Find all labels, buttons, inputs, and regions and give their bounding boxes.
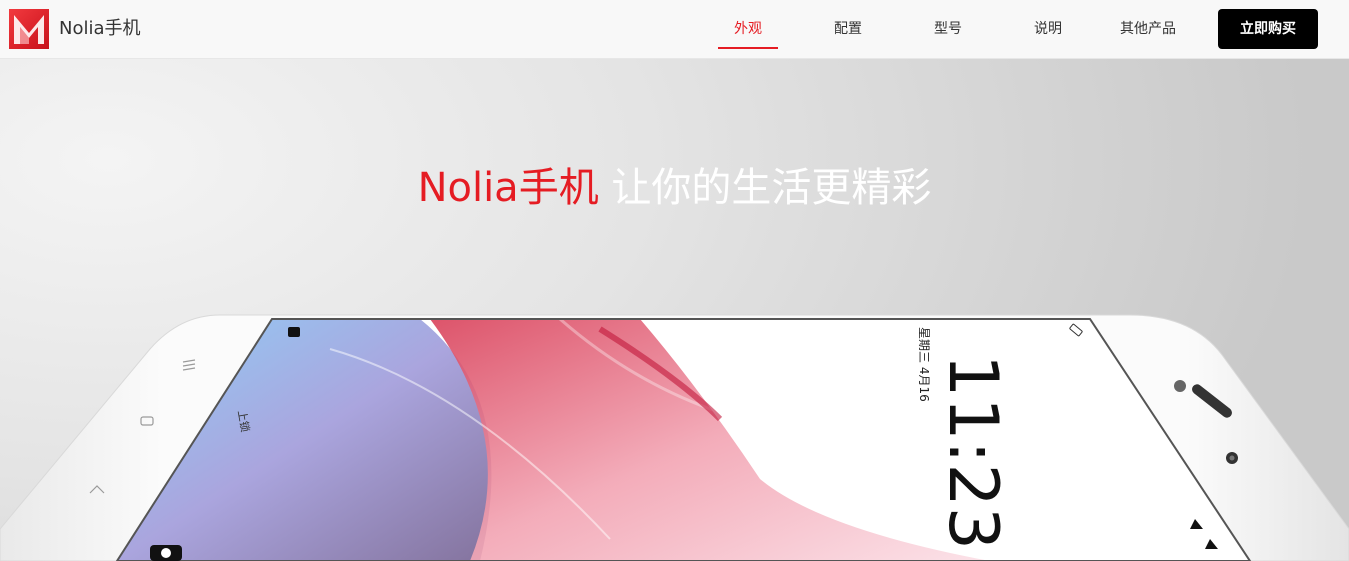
buy-now-button[interactable]: 立即购买 [1218, 9, 1318, 49]
nav-item-label: 外观 [734, 21, 762, 37]
nav-item-configuration[interactable]: 配置 [818, 0, 878, 58]
nav-item-label: 配置 [834, 21, 862, 37]
nav-item-label: 说明 [1034, 21, 1062, 37]
nav-item-other-products[interactable]: 其他产品 [1110, 0, 1186, 58]
phone-image: 11:23 星期三 4月16 上锁 [0, 314, 1349, 561]
nav-item-models[interactable]: 型号 [918, 0, 978, 58]
lockscreen-date: 星期三 4月16 [917, 327, 931, 402]
nav-item-label: 型号 [934, 21, 962, 37]
top-navbar: Nolia手机 外观 配置 型号 说明 其他产品 立即购买 [0, 0, 1349, 59]
hero-banner: Nolia手机 让你的生活更精彩 11:23 星期三 4月16 上锁 [0, 59, 1349, 561]
nav-item-instructions[interactable]: 说明 [1018, 0, 1078, 58]
sensor-icon [1174, 380, 1186, 392]
lockscreen-clock: 11:23 [933, 354, 1012, 550]
brand-name[interactable]: Nolia手机 [59, 17, 141, 41]
lock-icon [288, 327, 300, 337]
m-logo-icon[interactable] [9, 9, 49, 49]
active-tab-underline [718, 47, 778, 49]
nav-item-label: 其他产品 [1120, 21, 1176, 37]
nav-item-appearance[interactable]: 外观 [718, 0, 778, 58]
